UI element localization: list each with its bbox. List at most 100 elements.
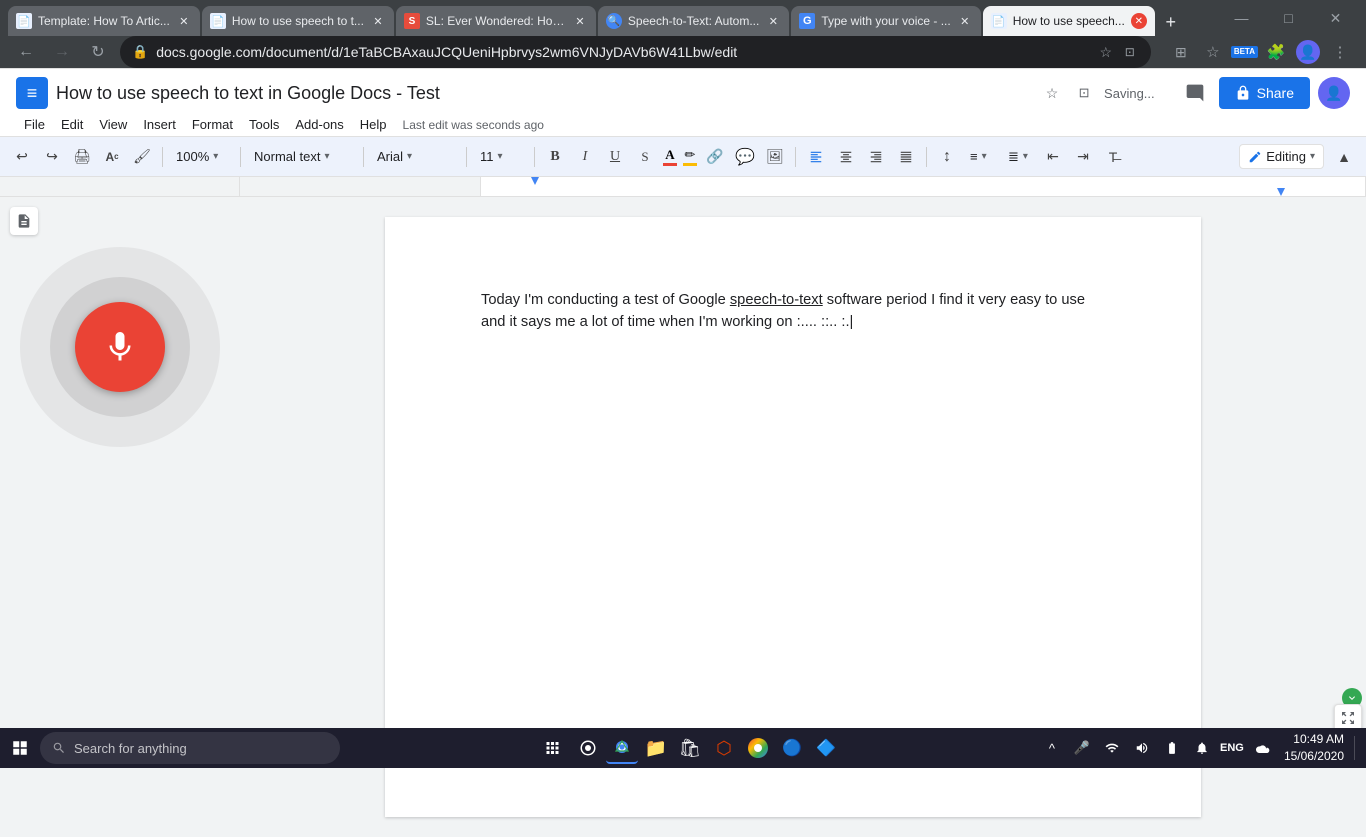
tab-close-4[interactable]: ✕ [765,13,781,29]
tab-close-6-red[interactable]: ✕ [1131,13,1147,29]
font-dropdown[interactable]: Arial ▾ [370,143,460,171]
tray-chevron[interactable]: ^ [1040,736,1064,760]
menu-format[interactable]: Format [184,113,241,136]
extensions-icon[interactable]: 🧩 [1262,38,1290,66]
browser-tab-5[interactable]: G Type with your voice - ... ✕ [791,6,980,36]
highlight-color-button[interactable]: ✏ [681,145,699,168]
ruler-track [480,177,1366,196]
doc-outline-icon[interactable] [10,207,38,235]
text-color-button[interactable]: A [661,145,679,168]
refresh-button[interactable]: ↻ [84,38,112,66]
forward-button[interactable]: → [48,38,76,66]
lock-share-icon [1235,85,1251,101]
numbered-list-dropdown[interactable]: ≡ ▾ [963,143,999,171]
menu-edit[interactable]: Edit [53,113,91,136]
taskbar-app-7[interactable]: 🔵 [776,732,808,764]
start-button[interactable] [4,732,36,764]
tab-close-5[interactable]: ✕ [957,13,973,29]
collapse-toolbar-button[interactable]: ▲ [1330,143,1358,171]
browser-tab-1[interactable]: 📄 Template: How To Artic... ✕ [8,6,200,36]
taskbar-search[interactable]: Search for anything [40,732,340,764]
editing-mode-dropdown[interactable]: Editing ▾ [1239,144,1324,169]
new-tab-button[interactable]: + [1157,8,1185,36]
tray-speakers[interactable] [1130,736,1154,760]
underline-button[interactable]: U [601,143,629,171]
print-button[interactable]: 🖨 [68,143,96,171]
undo-button[interactable]: ↩ [8,143,36,171]
share-button[interactable]: Share [1219,77,1310,109]
clock-display[interactable]: 10:49 AM 15/06/2020 [1284,731,1344,765]
increase-indent-button[interactable]: ⇥ [1069,143,1097,171]
strikethrough-button[interactable]: S [631,143,659,171]
tray-notifications[interactable] [1190,736,1214,760]
style-dropdown[interactable]: Normal text ▾ [247,143,357,171]
italic-button[interactable]: I [571,143,599,171]
image-button[interactable]: 🖼 [761,143,789,171]
taskbar-store[interactable]: 🛍 [674,732,706,764]
profile-icon[interactable]: 👤 [1294,38,1322,66]
taskbar-file-explorer[interactable]: 📁 [640,732,672,764]
menu-view[interactable]: View [91,113,135,136]
redo-button[interactable]: ↪ [38,143,66,171]
star-icon[interactable]: ☆ [1097,43,1115,61]
maximize-button[interactable]: □ [1266,0,1311,36]
menu-icon[interactable]: ⋮ [1326,38,1354,66]
tab-close-3[interactable]: ✕ [572,13,588,29]
menu-file[interactable]: File [16,113,53,136]
align-center-button[interactable] [832,143,860,171]
menu-help[interactable]: Help [352,113,395,136]
bulleted-list-dropdown[interactable]: ≣ ▾ [1001,143,1037,171]
tab-close-2[interactable]: ✕ [370,13,386,29]
tray-battery[interactable] [1160,736,1184,760]
close-button[interactable]: ✕ [1313,0,1358,36]
bold-button[interactable]: B [541,143,569,171]
microphone-button[interactable] [75,302,165,392]
tab-close-1[interactable]: ✕ [176,13,192,29]
menu-tools[interactable]: Tools [241,113,287,136]
taskview-button[interactable] [538,732,570,764]
open-in-tab-icon[interactable]: ⊡ [1121,43,1139,61]
menu-addons[interactable]: Add-ons [287,113,351,136]
comments-button[interactable] [1179,77,1211,109]
browser-tab-6[interactable]: 📄 How to use speech... ✕ [983,6,1155,36]
align-left-button[interactable] [802,143,830,171]
ruler-indent-marker [531,177,539,185]
taskbar-office[interactable]: ⬡ [708,732,740,764]
clear-format-button[interactable]: T̶ [1099,143,1127,171]
user-avatar[interactable]: 👤 [1318,77,1350,109]
spell-check-button[interactable]: Ac [98,143,126,171]
lock-icon: 🔒 [132,44,148,60]
minimize-button[interactable]: — [1219,0,1264,36]
tray-onedrive[interactable] [1250,736,1274,760]
move-to-drive-icon[interactable]: ⊡ [1072,81,1096,105]
tray-mic[interactable]: 🎤 [1070,736,1094,760]
browser-tab-4[interactable]: 🔍 Speech-to-Text: Autom... ✕ [598,6,789,36]
font-size-dropdown[interactable]: 11 ▾ [473,143,528,171]
bookmark-icon[interactable]: ☆ [1199,38,1227,66]
paint-format-button[interactable]: 🖌 [128,143,156,171]
decrease-indent-button[interactable]: ⇤ [1039,143,1067,171]
address-bar[interactable]: 🔒 docs.google.com/document/d/1eTaBCBAxau… [120,36,1151,68]
star-document-icon[interactable]: ☆ [1040,81,1064,105]
cast-icon[interactable]: ⊞ [1167,38,1195,66]
address-text: docs.google.com/document/d/1eTaBCBAxauJC… [156,44,1089,60]
link-button[interactable]: 🔗 [701,143,729,171]
menu-insert[interactable]: Insert [135,113,184,136]
show-desktop-button[interactable] [1354,736,1362,760]
tray-network[interactable] [1100,736,1124,760]
taskbar-cortana[interactable] [572,732,604,764]
tray-language[interactable]: ENG [1220,736,1244,760]
zoom-dropdown[interactable]: 100% ▾ [169,143,234,171]
back-button[interactable]: ← [12,38,40,66]
taskbar-app-8[interactable]: 🔷 [810,732,842,764]
align-justify-button[interactable] [892,143,920,171]
taskbar-google-chrome-2[interactable] [742,732,774,764]
browser-tab-2[interactable]: 📄 How to use speech to t... ✕ [202,6,394,36]
docs-document-title[interactable]: How to use speech to text in Google Docs… [56,83,440,103]
document-content[interactable]: Today I'm conducting a test of Google sp… [481,289,1105,333]
browser-tab-3[interactable]: S SL: Ever Wondered: How d... ✕ [396,6,596,36]
line-spacing-button[interactable]: ↕ [933,143,961,171]
taskbar-chrome[interactable] [606,732,638,764]
align-right-button[interactable] [862,143,890,171]
comment-button[interactable]: 💬 [731,143,759,171]
